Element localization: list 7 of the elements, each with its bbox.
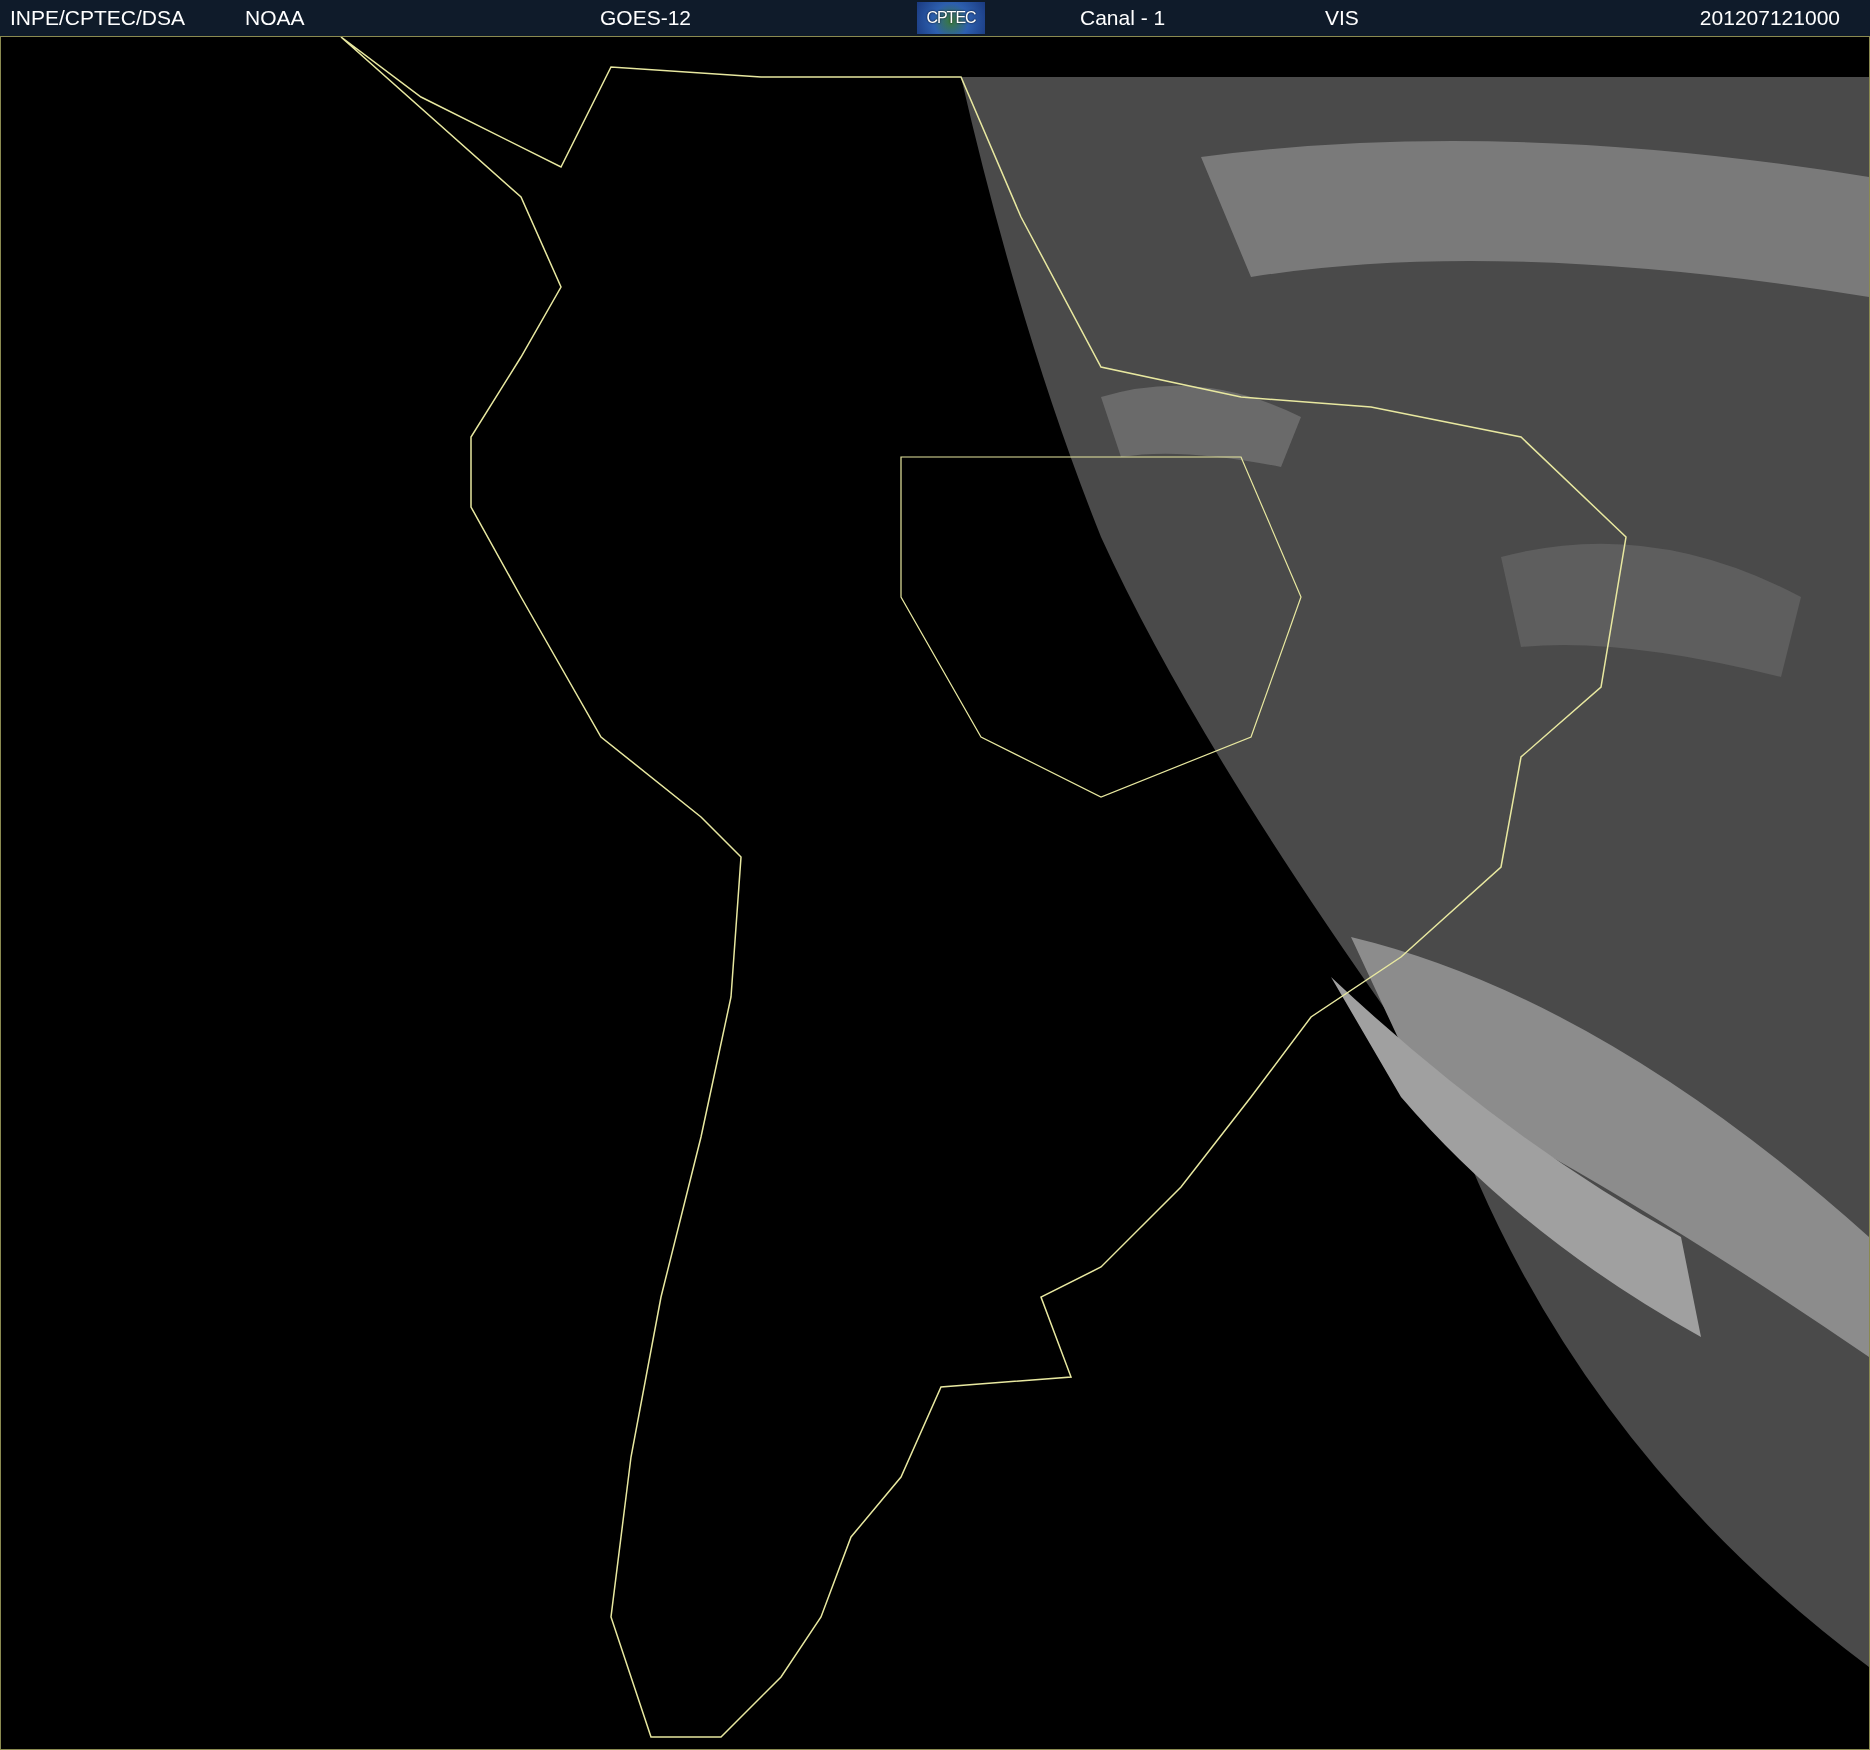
header-label: VIS bbox=[1325, 6, 1360, 30]
header-label: 201207121000 bbox=[1699, 6, 1840, 30]
logo: CPTEC bbox=[917, 2, 985, 34]
header-label: INPE/CPTEC/DSA bbox=[10, 6, 187, 30]
header-label: Canal - 1 bbox=[1080, 6, 1167, 30]
header-label: NOAA bbox=[245, 6, 306, 30]
header-label: GOES-12 bbox=[600, 6, 693, 30]
